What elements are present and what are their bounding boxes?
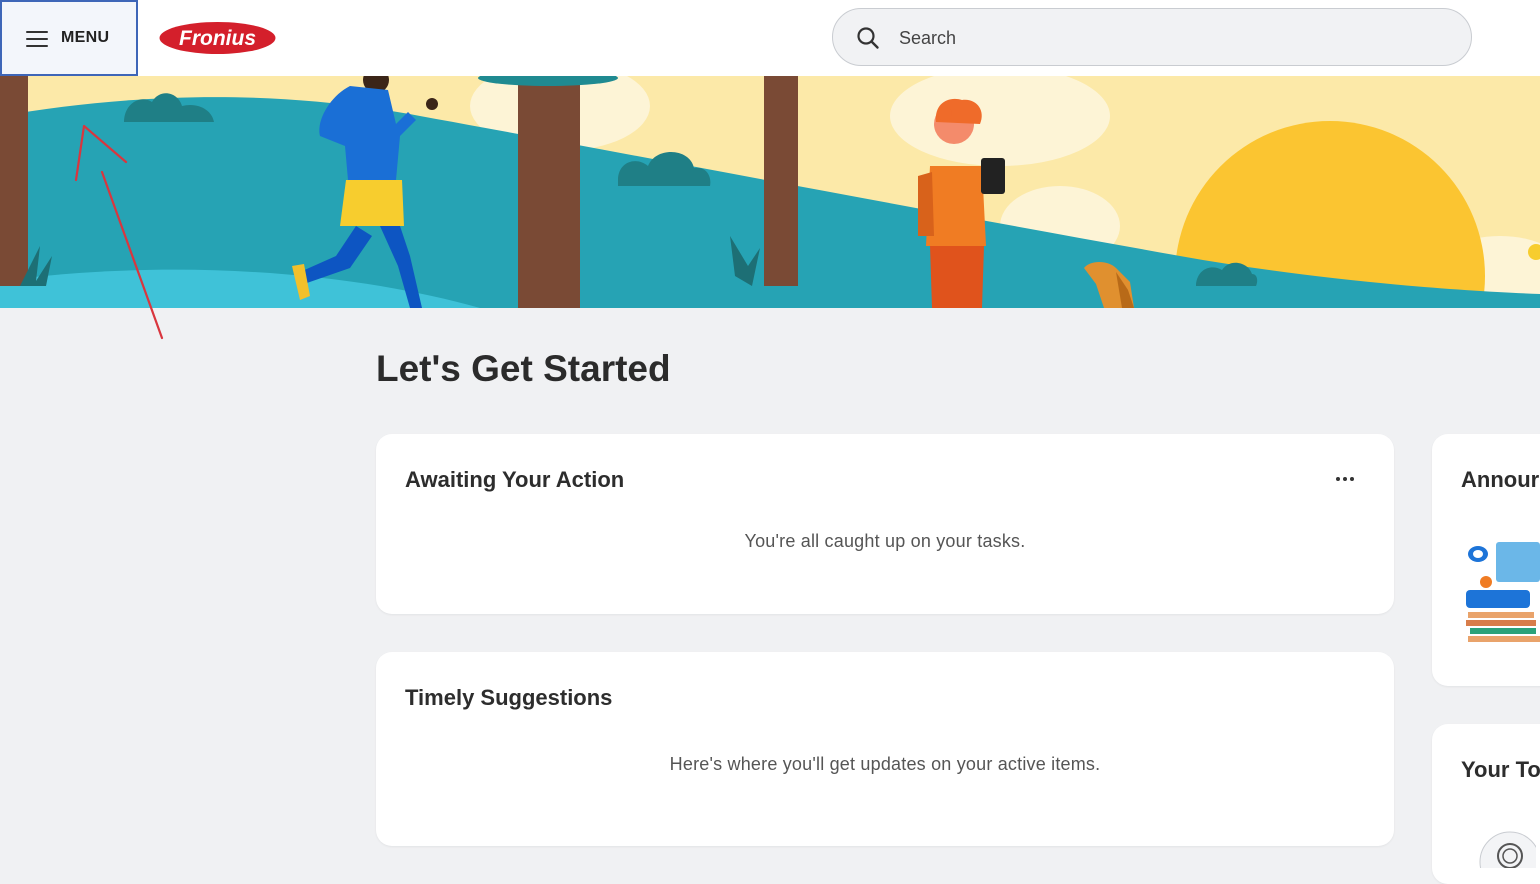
menu-label: MENU	[61, 29, 110, 46]
card-title: Timely Suggestions	[405, 685, 613, 710]
search-bar[interactable]	[832, 8, 1472, 66]
fronius-logo[interactable]: Fronius	[158, 21, 277, 55]
svg-text:Fronius: Fronius	[179, 27, 256, 50]
app-icon	[1479, 831, 1536, 868]
more-options-icon[interactable]	[1336, 468, 1360, 481]
banner-artwork	[0, 76, 1540, 308]
hero-banner-illustration	[0, 76, 1540, 308]
menu-button[interactable]: MENU	[0, 0, 138, 76]
your-top-apps-card[interactable]: Your To	[1432, 724, 1540, 884]
awaiting-action-card: Awaiting Your Action You're all caught u…	[376, 434, 1394, 614]
card-message: You're all caught up on your tasks.	[744, 531, 1026, 551]
card-title: Annour	[1461, 467, 1540, 492]
timely-suggestions-card: Timely Suggestions Here's where you'll g…	[376, 652, 1394, 846]
card-title: Your To	[1461, 757, 1540, 782]
top-bar: MENU Fronius	[0, 0, 1540, 76]
search-icon	[857, 27, 879, 49]
fronius-logo-mark: Fronius	[159, 22, 276, 54]
hamburger-icon	[26, 31, 48, 47]
card-title: Awaiting Your Action	[405, 467, 625, 492]
announcements-card[interactable]: Annour	[1432, 434, 1540, 686]
announcement-illustration	[1466, 542, 1540, 642]
search-input[interactable]	[897, 21, 1441, 55]
page-title: Let's Get Started	[376, 348, 671, 389]
card-message: Here's where you'll get updates on your …	[669, 754, 1101, 774]
